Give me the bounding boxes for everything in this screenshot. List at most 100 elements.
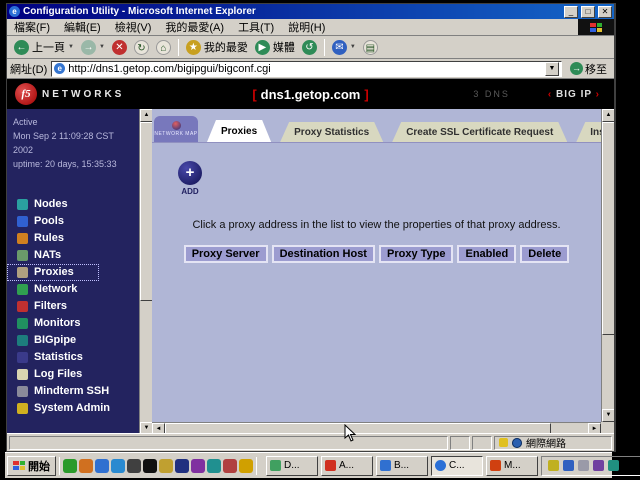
stop-button[interactable]: ✕: [109, 39, 130, 56]
forward-button[interactable]: → ▼: [78, 39, 108, 56]
go-label: 移至: [585, 61, 607, 77]
sidebar-item-nats[interactable]: NATs: [7, 247, 139, 264]
column-header-enabled[interactable]: Enabled: [457, 245, 516, 263]
back-dropdown-icon[interactable]: ▼: [68, 44, 74, 50]
sidebar-item-mindterm-ssh[interactable]: Mindterm SSH: [7, 383, 139, 400]
scrollbar-thumb[interactable]: [602, 122, 614, 335]
quick-launch-icon[interactable]: [175, 459, 189, 473]
add-proxy-button[interactable]: + ADD: [170, 161, 210, 196]
sidebar-item-label: Network: [34, 283, 77, 295]
product-bigip[interactable]: ‹ BIG IP ›: [548, 89, 600, 100]
favorites-button[interactable]: ★ 我的最愛: [183, 38, 251, 56]
quick-launch-icon[interactable]: [127, 459, 141, 473]
quick-launch-icon[interactable]: [79, 459, 93, 473]
go-button[interactable]: → 移至: [566, 61, 611, 77]
quick-launch-icon[interactable]: [95, 459, 109, 473]
address-input[interactable]: [68, 63, 542, 75]
column-header-proxy-server[interactable]: Proxy Server: [184, 245, 268, 263]
forward-icon: →: [81, 40, 96, 55]
tray-icon[interactable]: [578, 460, 589, 471]
sidebar-item-bigpipe[interactable]: BIGpipe: [7, 332, 139, 349]
quick-launch-icon[interactable]: [191, 459, 205, 473]
sidebar-item-system-admin[interactable]: System Admin: [7, 400, 139, 417]
address-dropdown-icon[interactable]: ▼: [545, 62, 559, 76]
sidebar-item-filters[interactable]: Filters: [7, 298, 139, 315]
refresh-icon: ↻: [134, 40, 149, 55]
tray-icon[interactable]: [548, 460, 559, 471]
quick-launch-icon[interactable]: [207, 459, 221, 473]
system-tray: 上午 11:00: [541, 456, 640, 476]
mail-button[interactable]: ✉ ▼: [329, 39, 359, 56]
status-datetime: Mon Sep 2 11:09:28 CST 2002: [13, 130, 133, 158]
status-pane: [472, 436, 492, 450]
sidebar-item-label: Mindterm SSH: [34, 385, 109, 397]
task-button-active[interactable]: C...: [431, 456, 483, 476]
print-button[interactable]: ▤: [360, 39, 381, 56]
sidebar-item-label: Pools: [34, 215, 64, 227]
media-button[interactable]: ▶ 媒體: [252, 38, 298, 56]
menu-help[interactable]: 說明(H): [281, 18, 332, 36]
history-button[interactable]: ↺: [299, 39, 320, 56]
task-button[interactable]: B...: [376, 456, 428, 476]
sidebar: Active Mon Sep 2 11:09:28 CST 2002 uptim…: [7, 109, 139, 435]
nodes-icon: [17, 199, 28, 210]
stop-icon: ✕: [112, 40, 127, 55]
tab-proxies[interactable]: Proxies: [207, 120, 271, 142]
taskbar: 開始 D... A... B... C... M... 上午 11:00: [5, 452, 612, 478]
tab-proxy-statistics[interactable]: Proxy Statistics: [280, 122, 383, 142]
back-button[interactable]: ← 上一頁 ▼: [11, 38, 77, 56]
forward-dropdown-icon[interactable]: ▼: [99, 44, 105, 50]
menu-edit[interactable]: 編輯(E): [57, 18, 108, 36]
sidebar-scrollbar[interactable]: ▲ ▼: [139, 109, 152, 435]
tray-icon[interactable]: [593, 460, 604, 471]
home-button[interactable]: ⌂: [153, 39, 174, 56]
network-map-button[interactable]: NETWORK MAP: [154, 116, 198, 142]
column-header-destination-host[interactable]: Destination Host: [272, 245, 375, 263]
sidebar-item-proxies[interactable]: Proxies: [7, 264, 99, 281]
refresh-button[interactable]: ↻: [131, 39, 152, 56]
windows-flag-icon: [13, 461, 25, 470]
quick-launch-icon[interactable]: [111, 459, 125, 473]
minimize-button[interactable]: _: [564, 6, 578, 18]
task-button[interactable]: M...: [486, 456, 538, 476]
sidebar-item-network[interactable]: Network: [7, 281, 139, 298]
mail-dropdown-icon[interactable]: ▼: [350, 44, 356, 50]
menu-favorites[interactable]: 我的最愛(A): [158, 18, 231, 36]
toolbar-separator: [324, 39, 325, 56]
column-header-delete[interactable]: Delete: [520, 245, 569, 263]
sidebar-item-nodes[interactable]: Nodes: [7, 196, 139, 213]
sidebar-item-rules[interactable]: Rules: [7, 230, 139, 247]
main-vertical-scrollbar[interactable]: ▲ ▼: [601, 109, 614, 422]
menu-file[interactable]: 檔案(F): [7, 18, 57, 36]
scroll-down-icon[interactable]: ▼: [602, 409, 614, 422]
quick-launch-icon[interactable]: [159, 459, 173, 473]
network-map-label: NETWORK MAP: [154, 131, 197, 137]
task-button[interactable]: D...: [266, 456, 318, 476]
quick-launch-icon[interactable]: [223, 459, 237, 473]
sidebar-nav: Nodes Pools Rules NATs Proxies Network F…: [7, 196, 139, 417]
sidebar-item-monitors[interactable]: Monitors: [7, 315, 139, 332]
sidebar-item-pools[interactable]: Pools: [7, 213, 139, 230]
bracket-left: [: [248, 87, 260, 102]
menu-tools[interactable]: 工具(T): [231, 18, 281, 36]
quick-launch-icon[interactable]: [143, 459, 157, 473]
close-button[interactable]: ✕: [598, 6, 612, 18]
title-bar[interactable]: e Configuration Utility - Microsoft Inte…: [7, 4, 614, 19]
maximize-button[interactable]: □: [581, 6, 595, 18]
product-3dns[interactable]: 3 DNS: [473, 89, 510, 99]
tab-create-ssl-certificate-request[interactable]: Create SSL Certificate Request: [392, 122, 567, 142]
tray-icon[interactable]: [608, 460, 619, 471]
tray-icon[interactable]: [563, 460, 574, 471]
quick-launch-icon[interactable]: [63, 459, 77, 473]
sidebar-item-log-files[interactable]: Log Files: [7, 366, 139, 383]
sidebar-item-statistics[interactable]: Statistics: [7, 349, 139, 366]
quick-launch-icon[interactable]: [239, 459, 253, 473]
start-button[interactable]: 開始: [7, 456, 56, 476]
main-frame: NETWORK MAP Proxies Proxy Statistics Cre…: [152, 109, 614, 435]
monitors-icon: [17, 318, 28, 329]
task-button[interactable]: A...: [321, 456, 373, 476]
menu-view[interactable]: 檢視(V): [108, 18, 159, 36]
column-header-proxy-type[interactable]: Proxy Type: [379, 245, 454, 263]
status-pane: [450, 436, 470, 450]
scroll-up-icon[interactable]: ▲: [602, 109, 614, 122]
